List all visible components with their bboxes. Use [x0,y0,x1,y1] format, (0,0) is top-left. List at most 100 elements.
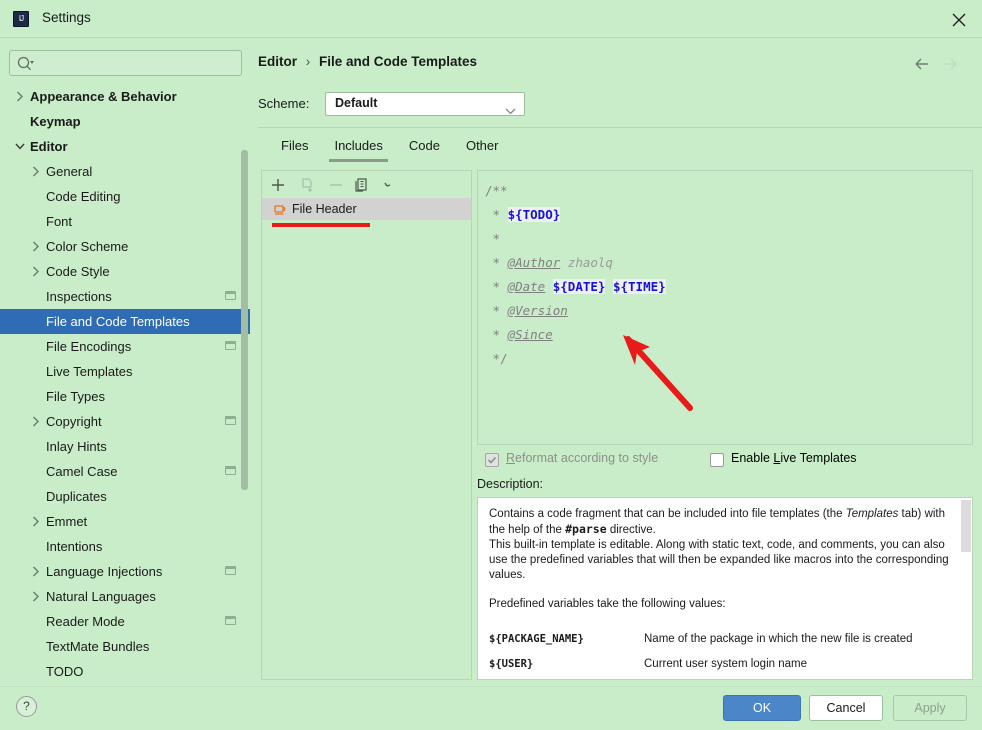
code-line: * @Since [485,323,972,347]
sidebar-item-color-scheme[interactable]: Color Scheme [0,234,250,259]
add-template-button[interactable] [268,175,290,195]
tab-code[interactable]: Code [396,134,453,162]
chevron-right-icon[interactable] [30,234,42,259]
tab-includes[interactable]: Includes [321,134,395,162]
sidebar-item-general[interactable]: General [0,159,250,184]
sidebar-item-label: Keymap [30,114,81,129]
variable-description: Current user system login name [644,658,807,670]
settings-dialog: IJ Settings Appearance & Behavior Keymap E… [0,0,982,730]
enable-live-templates-label[interactable]: Enable Live Templates [731,451,857,465]
sidebar-item-reader-mode[interactable]: Reader Mode [0,609,250,634]
cancel-button[interactable]: Cancel [809,695,883,721]
sidebar-item-label: Font [46,214,73,229]
window-title: Settings [42,10,91,25]
sidebar-item-label: File and Code Templates [46,314,190,329]
template-list-toolbar [262,171,471,198]
sidebar-item-natural-languages[interactable]: Natural Languages [0,584,250,609]
scheme-select[interactable]: Default [325,92,525,116]
project-scope-icon [225,616,236,625]
chevron-right-icon[interactable] [14,84,26,109]
sidebar-item-label: Inlay Hints [46,439,107,454]
sidebar-item-label: Appearance & Behavior [30,89,177,104]
code-text: * [485,231,501,246]
sidebar-item-label: Inspections [46,289,112,304]
sidebar-item-language-injections[interactable]: Language Injections [0,559,250,584]
list-item[interactable]: File Header [262,198,471,220]
template-code-editor[interactable]: /** * ${TODO} * * @Author zhaolq * @Date… [477,170,973,445]
chevron-right-icon[interactable] [30,159,42,184]
sidebar-item-label: Language Injections [46,564,163,579]
chevron-right-icon[interactable] [30,559,42,584]
sidebar-item-font[interactable]: Font [0,209,250,234]
sidebar-item-label: Reader Mode [46,614,125,629]
sidebar-item-code-editing[interactable]: Code Editing [0,184,250,209]
annotation-arrow [612,326,712,426]
sidebar-item-code-style[interactable]: Code Style [0,259,250,284]
sidebar-item-label: TextMate Bundles [46,639,150,654]
sidebar-item-intentions[interactable]: Intentions [0,534,250,559]
sidebar-item-file-types[interactable]: File Types [0,384,250,409]
chevron-down-icon[interactable] [14,134,26,159]
sidebar-item-editor[interactable]: Editor [0,134,250,159]
reset-template-button[interactable] [382,175,404,195]
predefined-variables-table: ${PACKAGE_NAME} Name of the package in wh… [489,627,951,677]
template-list[interactable]: File Header [262,198,471,679]
breadcrumb-parent[interactable]: Editor [258,54,297,69]
duplicate-icon [352,178,372,199]
sidebar-item-label: File Types [46,389,106,404]
sidebar-item-duplicates[interactable]: Duplicates [0,484,250,509]
code-line: * [485,227,972,251]
copy-template-button [298,175,320,195]
code-text: zhaolq [560,255,613,270]
code-text: */ [485,351,508,366]
chevron-right-icon[interactable] [30,259,42,284]
sidebar-item-todo[interactable]: TODO [0,659,250,680]
code-line: /** [485,179,972,203]
sidebar-item-appearance-behavior[interactable]: Appearance & Behavior [0,84,250,109]
sidebar-item-keymap[interactable]: Keymap [0,109,250,134]
sidebar-item-label: Intentions [46,539,103,554]
project-scope-icon [225,291,236,300]
remove-template-button [326,175,348,195]
sidebar-item-inlay-hints[interactable]: Inlay Hints [0,434,250,459]
template-options: Reformat according to style Enable Live … [477,451,977,471]
sidebar-item-file-and-code-templates[interactable]: File and Code Templates [0,309,250,334]
search-box[interactable] [9,50,242,76]
template-variable: ${DATE} [552,279,606,294]
arrow-left-icon[interactable] [914,56,932,77]
settings-tree[interactable]: Appearance & Behavior Keymap Editor General… [0,84,250,680]
code-line: * @Version [485,299,972,323]
project-scope-icon [225,341,236,350]
ok-button[interactable]: OK [723,695,801,721]
sidebar-scrollbar-thumb[interactable] [241,150,248,490]
description-label: Description: [477,477,543,491]
description-text: Contains a code fragment that can be inc… [489,507,951,677]
chevron-right-icon[interactable] [30,509,42,534]
sidebar-item-inspections[interactable]: Inspections [0,284,250,309]
sidebar-item-camel-case[interactable]: Camel Case [0,459,250,484]
sidebar-item-emmet[interactable]: Emmet [0,509,250,534]
tab-files[interactable]: Files [268,134,321,162]
sidebar-item-copyright[interactable]: Copyright [0,409,250,434]
sidebar-item-label: Code Style [46,264,110,279]
chevron-right-icon[interactable] [30,584,42,609]
sidebar-item-textmate-bundles[interactable]: TextMate Bundles [0,634,250,659]
template-tabs: Files Includes Code Other [268,134,511,162]
project-scope-icon [225,566,236,575]
help-button[interactable]: ? [16,696,37,717]
description-paragraph-1: Contains a code fragment that can be inc… [489,508,946,536]
javadoc-tag: @Date [507,279,546,294]
chevron-right-icon[interactable] [30,409,42,434]
footer-divider [0,686,982,687]
sidebar-item-file-encodings[interactable]: File Encodings [0,334,250,359]
javadoc-tag: @Since [507,327,553,342]
duplicate-template-button[interactable] [352,175,374,195]
search-input[interactable] [40,51,238,75]
sidebar-item-live-templates[interactable]: Live Templates [0,359,250,384]
close-icon[interactable] [936,0,982,38]
description-scrollbar-thumb[interactable] [961,500,971,552]
enable-live-templates-checkbox[interactable] [710,453,724,467]
breadcrumb: Editor › File and Code Templates [258,54,477,69]
tab-other[interactable]: Other [453,134,512,162]
sidebar-item-label: Editor [30,139,68,154]
